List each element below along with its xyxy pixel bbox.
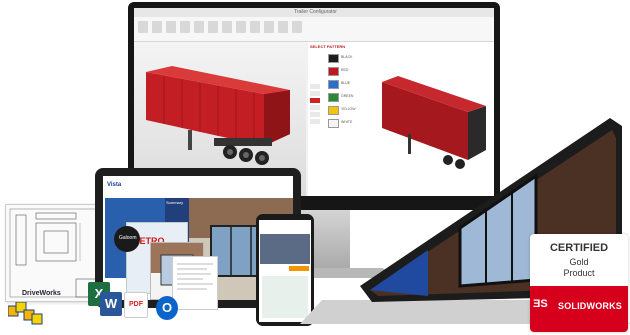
badge-gold-text: Gold (569, 257, 589, 267)
outlook-icon: O (156, 296, 178, 320)
driveworks-label: DriveWorks (22, 290, 61, 297)
badge-certified-text: CERTIFIED (549, 242, 609, 254)
sidebar-item[interactable] (310, 91, 320, 96)
window-title: Trailer Configurator (294, 9, 337, 15)
badge-product-text: Product (563, 268, 595, 278)
sidebar-item-active[interactable] (310, 98, 320, 103)
color-swatch-label: BLACK (341, 55, 353, 59)
word-icon: W (100, 292, 122, 316)
color-swatch[interactable] (328, 80, 339, 89)
toolbar-button[interactable] (264, 21, 274, 33)
panel-header: SELECT PATTERN (310, 44, 346, 49)
driveworks-logo-icon (7, 301, 46, 326)
ribbon-toolbar (134, 17, 494, 42)
toolbar-button[interactable] (152, 21, 162, 33)
quote-document (172, 256, 218, 310)
badge-brand-text: SOLIDWORKS (558, 301, 622, 311)
round-badge-text: Galoom (119, 235, 137, 241)
color-swatch-label: BLUE (341, 81, 351, 85)
color-swatch[interactable] (328, 93, 339, 102)
toolbar-button[interactable] (138, 21, 148, 33)
sidebar-item[interactable] (310, 84, 320, 89)
color-swatch[interactable] (328, 67, 339, 76)
toolbar-button[interactable] (194, 21, 204, 33)
toolbar-button[interactable] (208, 21, 218, 33)
ds-logo-icon: ƎS (533, 298, 548, 310)
toolbar-button[interactable] (222, 21, 232, 33)
toolbar-button[interactable] (250, 21, 260, 33)
tablet-logo: Vista (107, 182, 122, 188)
toolbar-button[interactable] (236, 21, 246, 33)
toolbar-button[interactable] (278, 21, 288, 33)
color-swatch-label: RED (341, 68, 349, 72)
color-swatch[interactable] (328, 54, 339, 63)
quote-lines (177, 263, 213, 290)
toolbar-button[interactable] (180, 21, 190, 33)
pdf-icon: PDF (124, 292, 148, 318)
color-swatch-label: GREEN (341, 94, 354, 98)
certified-gold-badge: CERTIFIED Gold Product ƎS SOLIDWORKS (530, 234, 628, 332)
toolbar-button[interactable] (292, 21, 302, 33)
toolbar-button[interactable] (166, 21, 176, 33)
summary-title: Summary (166, 200, 184, 205)
